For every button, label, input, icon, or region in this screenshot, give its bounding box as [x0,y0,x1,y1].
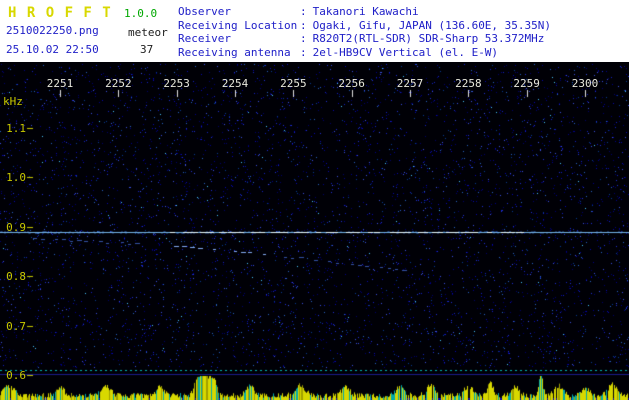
info-colon: : [300,32,307,45]
header-info: Observer: Takanori Kawachi Receiving Locat… [178,5,551,59]
hrofft-window: H R O F F T 1.0.0 2510022250.png meteor … [0,0,629,400]
info-value: Ogaki, Gifu, JAPAN (136.60E, 35.35N) [312,18,552,32]
mode-label: meteor [128,26,168,39]
info-colon: : [300,18,307,32]
header-info-row: Receiving antenna:2el-HB9CV Vertical (el… [178,46,551,60]
output-filename: 2510022250.png [6,24,99,37]
info-colon: : [300,5,307,18]
timestamp: 25.10.02 22:50 [6,43,99,56]
header-info-row: Receiver: R820T2(RTL-SDR) SDR-Sharp 53.37… [178,32,551,46]
header-info-row: Receiving Location: Ogaki, Gifu, JAPAN (1… [178,19,551,33]
header-info-row: Observer: Takanori Kawachi [178,5,551,19]
info-value: 2el-HB9CV Vertical (el. E-W) [312,45,499,59]
info-value: Takanori Kawachi [312,5,419,18]
info-label: Observer [178,5,231,18]
echo-count: 37 [140,43,154,56]
app-title: H R O F F T [8,5,112,21]
header-bar: H R O F F T 1.0.0 2510022250.png meteor … [0,0,629,62]
app-version: 1.0.0 [124,7,158,20]
info-label: Receiving antenna [178,45,291,59]
info-colon: : [300,45,307,59]
info-label: Receiving Location [178,18,298,32]
info-label: Receiver [178,32,231,45]
spectrogram-canvas [0,62,629,400]
info-value: R820T2(RTL-SDR) SDR-Sharp 53.372MHz [312,32,545,45]
